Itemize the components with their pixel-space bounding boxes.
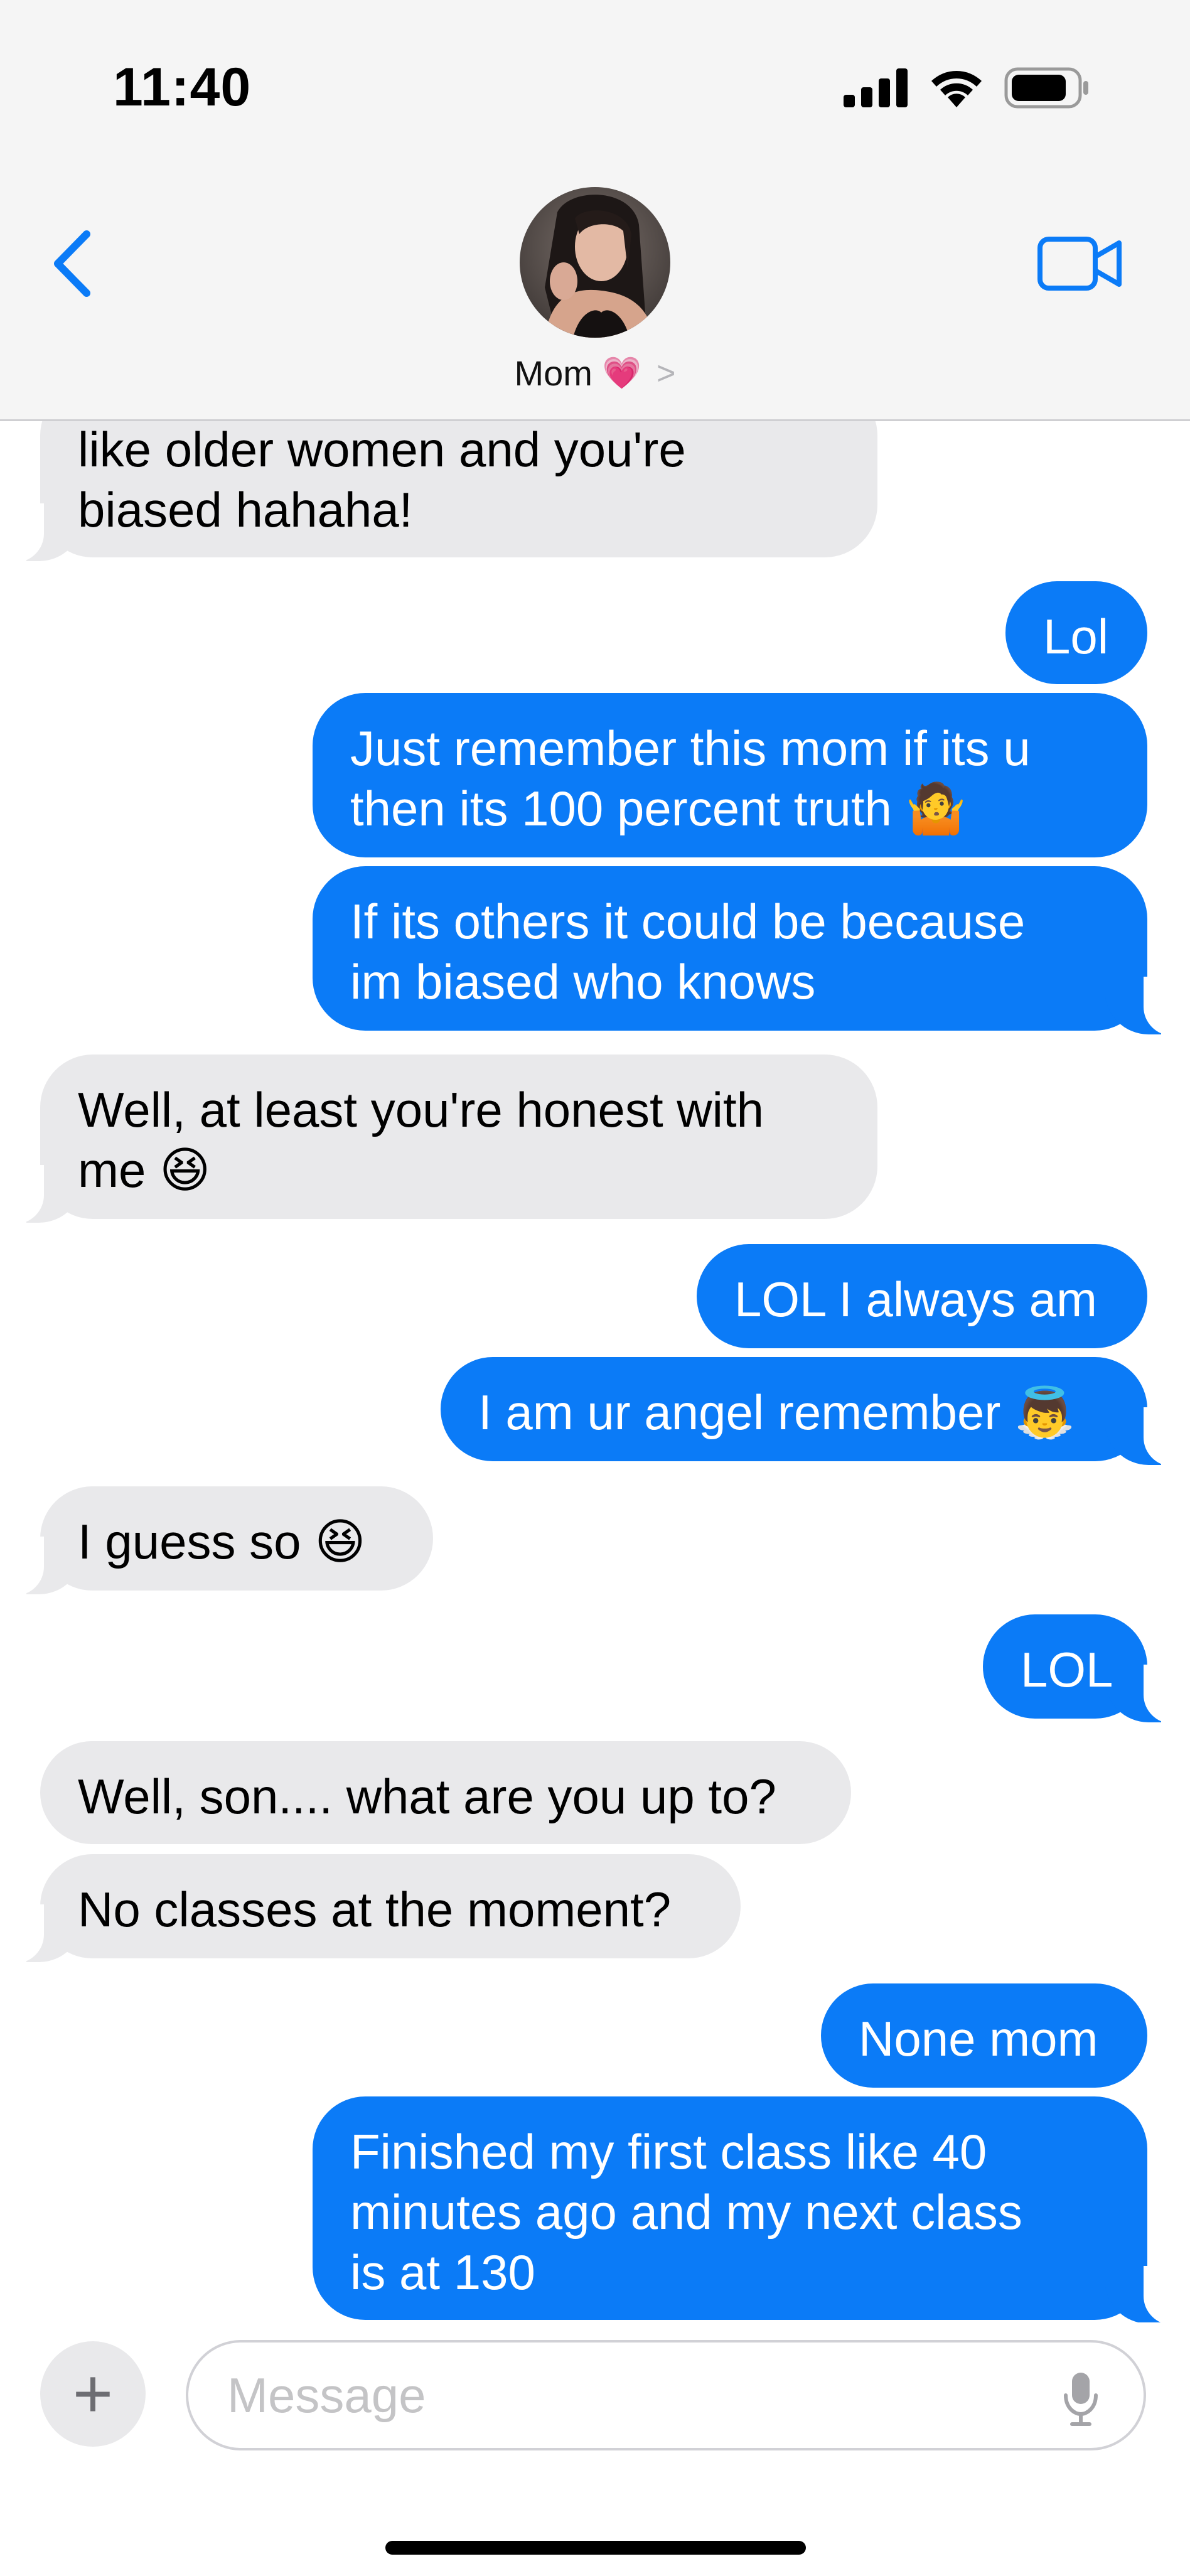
status-bar-icons	[844, 63, 1090, 113]
microphone-icon[interactable]	[1062, 2370, 1100, 2427]
message-bubble-outgoing[interactable]: Just remember this mom if its u then its…	[313, 693, 1147, 857]
message-bubble-outgoing[interactable]: I am ur angel remember 👼	[441, 1357, 1176, 1466]
home-indicator[interactable]	[385, 2541, 806, 2555]
message-input[interactable]: Message	[186, 2340, 1146, 2450]
avatar-photo	[520, 187, 670, 338]
message-bubble-outgoing[interactable]: If its others it could be because im bia…	[313, 866, 1176, 1036]
chevron-left-icon	[54, 230, 90, 297]
composer-bar: + Message	[0, 2322, 1190, 2576]
message-placeholder: Message	[227, 2367, 426, 2423]
cellular-signal-icon	[844, 68, 908, 107]
message-bubble-outgoing[interactable]: LOL	[983, 1614, 1176, 1724]
facetime-video-button[interactable]	[1033, 232, 1127, 295]
chevron-right-icon: >	[657, 355, 676, 392]
apps-plus-button[interactable]: +	[40, 2341, 146, 2447]
navigation-header: 11:40 Mom 💗 >	[0, 0, 1190, 421]
contact-name: Mom	[514, 353, 592, 393]
message-bubble-outgoing[interactable]: None mom	[821, 1983, 1147, 2088]
heart-icon: 💗	[602, 355, 642, 390]
status-bar-time: 11:40	[113, 57, 252, 117]
wifi-icon	[931, 71, 982, 107]
message-bubble-incoming[interactable]: No classes at the moment?	[11, 1854, 741, 1963]
video-camera-icon	[1037, 237, 1122, 291]
battery-icon	[1004, 67, 1088, 109]
message-bubble-outgoing[interactable]: Lol	[1005, 581, 1147, 684]
plus-icon: +	[72, 2355, 114, 2432]
message-bubble-incoming[interactable]: Well, at least you're honest with me 😆	[11, 1055, 877, 1224]
message-bubble-outgoing[interactable]: Finished my first class like 40 minutes …	[313, 2096, 1176, 2322]
back-button[interactable]	[44, 226, 100, 301]
contact-avatar[interactable]	[520, 187, 670, 338]
message-bubble-incoming[interactable]: I guess so 😆	[11, 1486, 433, 1596]
message-bubble-outgoing[interactable]: LOL I always am	[697, 1244, 1147, 1348]
contact-name-row[interactable]: Mom 💗 >	[0, 353, 1190, 394]
message-bubble-incoming[interactable]: Well, son.... what are you up to?	[40, 1741, 851, 1844]
